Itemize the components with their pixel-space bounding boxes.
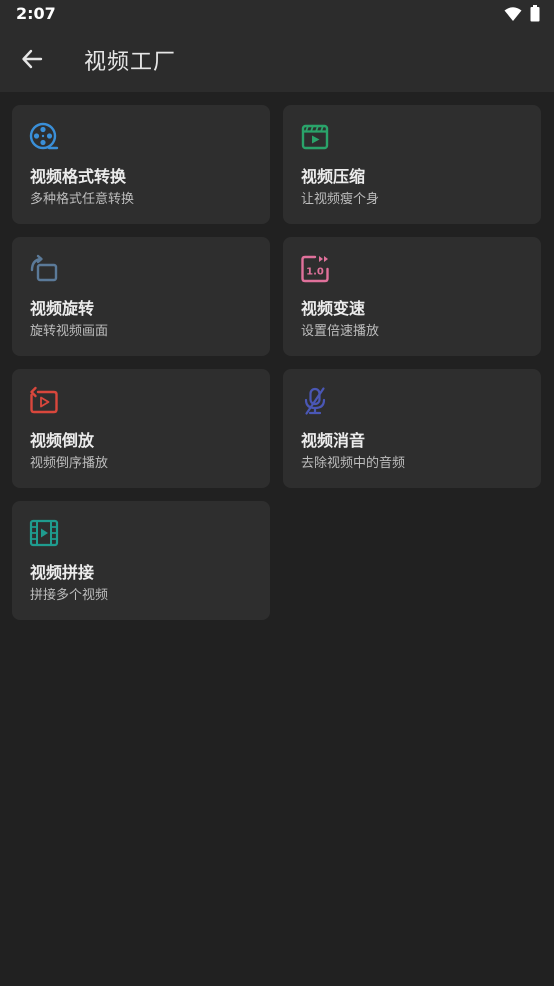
- card-subtitle: 拼接多个视频: [30, 588, 109, 603]
- card-title: 视频压缩: [301, 167, 366, 186]
- card-mute[interactable]: 视频消音 去除视频中的音频: [283, 369, 541, 488]
- card-title: 视频格式转换: [30, 167, 127, 186]
- battery-icon: [530, 5, 540, 26]
- card-title: 视频变速: [301, 299, 366, 318]
- card-speed[interactable]: 1.0 视频变速 设置倍速播放: [283, 237, 541, 356]
- card-rotate[interactable]: 视频旋转 旋转视频画面: [12, 237, 270, 356]
- card-subtitle: 去除视频中的音频: [301, 456, 406, 471]
- card-title: 视频旋转: [30, 299, 95, 318]
- film-reel-icon: [29, 122, 59, 152]
- card-subtitle: 让视频瘦个身: [301, 192, 380, 207]
- card-title: 视频倒放: [30, 431, 95, 450]
- back-button[interactable]: [14, 43, 50, 79]
- status-icons: [504, 5, 540, 26]
- card-compress[interactable]: 视频压缩 让视频瘦个身: [283, 105, 541, 224]
- arrow-back-icon: [21, 48, 43, 74]
- card-subtitle: 设置倍速播放: [301, 324, 380, 339]
- card-merge[interactable]: 视频拼接 拼接多个视频: [12, 501, 270, 620]
- mic-off-icon: [300, 386, 330, 416]
- card-title: 视频消音: [301, 431, 366, 450]
- video-compress-icon: [300, 122, 330, 152]
- speed-icon-label: 1.0: [306, 267, 324, 278]
- card-title: 视频拼接: [30, 563, 95, 582]
- film-strip-icon: [29, 518, 59, 548]
- wifi-icon: [504, 6, 522, 26]
- rotate-icon: [29, 254, 59, 284]
- page-title: 视频工厂: [84, 50, 177, 75]
- card-format-convert[interactable]: 视频格式转换 多种格式任意转换: [12, 105, 270, 224]
- card-subtitle: 视频倒序播放: [30, 456, 109, 471]
- reverse-play-icon: [29, 386, 59, 416]
- card-reverse[interactable]: 视频倒放 视频倒序播放: [12, 369, 270, 488]
- card-subtitle: 多种格式任意转换: [30, 192, 135, 207]
- app-bar: 视频工厂: [0, 30, 554, 92]
- status-bar: 2:07: [0, 0, 554, 30]
- status-time: 2:07: [16, 4, 56, 23]
- card-subtitle: 旋转视频画面: [30, 324, 109, 339]
- speed-icon: 1.0: [300, 254, 330, 284]
